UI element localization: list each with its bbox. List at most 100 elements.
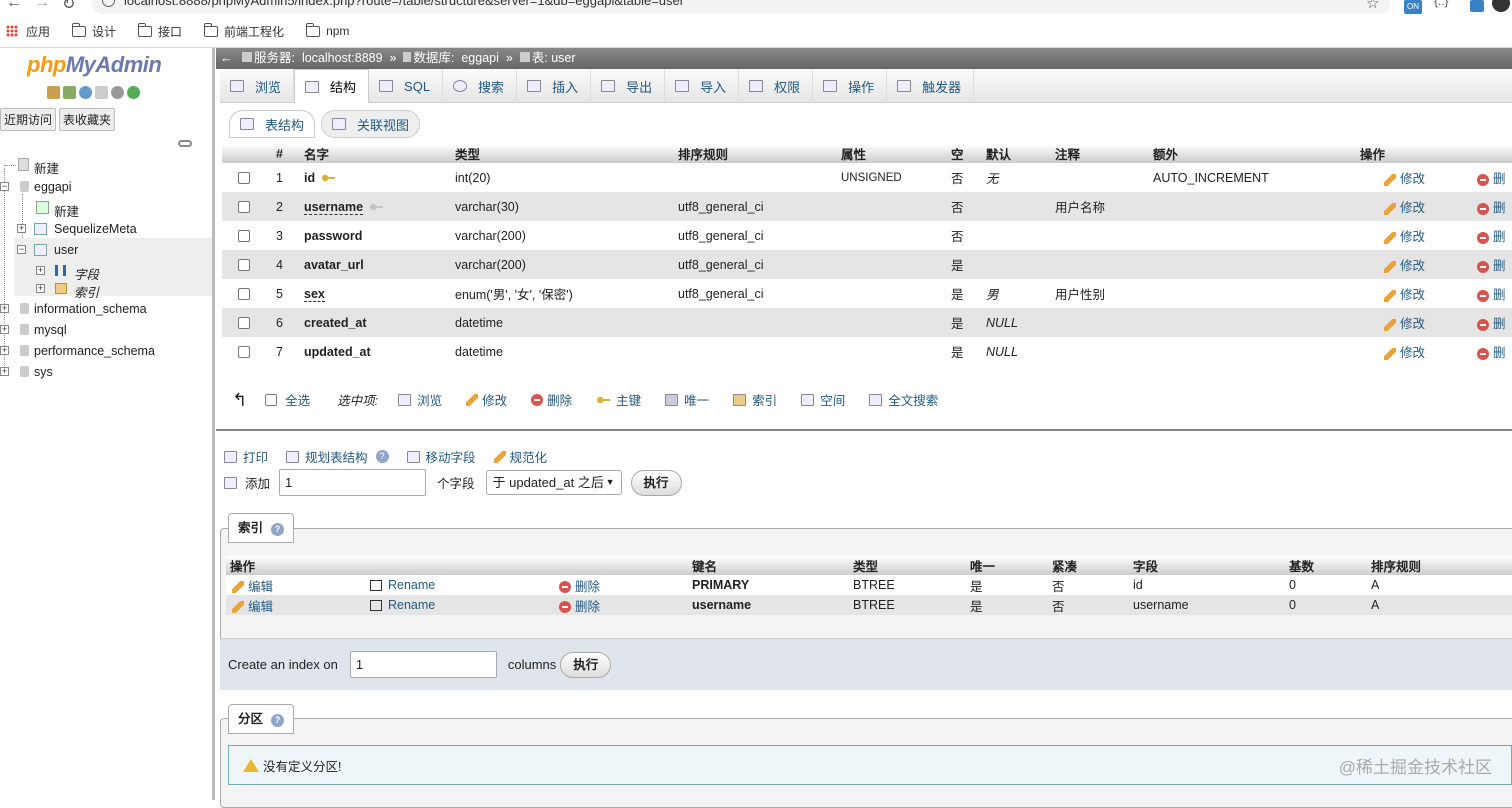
bulk-spatial-button[interactable]: 空间 [801, 390, 845, 409]
create-index-count-input[interactable]: 1 [349, 651, 497, 678]
home-icon[interactable] [47, 86, 60, 99]
column-name[interactable]: password [304, 229, 362, 243]
col-header[interactable]: 注释 [1051, 144, 1149, 163]
index-rename-link[interactable]: Rename [370, 598, 435, 612]
back-arrow-icon[interactable]: ← [220, 48, 233, 69]
row-checkbox[interactable] [238, 230, 250, 243]
tree-table-sequelizemeta[interactable]: SequelizeMeta [54, 222, 137, 236]
back-arrow-icon[interactable]: ← [6, 0, 22, 12]
index-edit-link[interactable]: 编辑 [232, 600, 273, 614]
tab-import[interactable]: 导入 [665, 69, 740, 103]
bookmark-frontend[interactable]: 前端工程化 [203, 22, 284, 40]
create-index-go-button[interactable]: 执行 [560, 651, 612, 678]
column-name[interactable]: avatar_url [304, 258, 364, 272]
tree-db-information-schema[interactable]: information_schema [34, 302, 147, 316]
expand-sys[interactable]: + [0, 367, 9, 376]
collapse-user[interactable]: − [17, 245, 26, 254]
move-columns-button[interactable]: 移动字段 [406, 447, 476, 466]
row-checkbox[interactable] [238, 346, 250, 359]
bulk-delete-button[interactable]: 删除 [531, 390, 572, 409]
bookmark-star-icon[interactable]: ☆ [1366, 0, 1379, 12]
bulk-unique-button[interactable]: 唯一 [665, 390, 709, 409]
reload-icon[interactable] [127, 86, 140, 99]
expand-indexes[interactable]: + [36, 284, 45, 293]
tree-fields[interactable]: 字段 [74, 264, 99, 283]
col-header[interactable]: 名字 [300, 144, 451, 163]
breadcrumb-table[interactable]: user [551, 51, 575, 65]
col-header[interactable]: 额外 [1149, 144, 1356, 163]
delete-link[interactable]: 删 [1477, 201, 1506, 215]
col-header[interactable]: 空 [947, 144, 982, 163]
tab-sql[interactable]: SQL [369, 69, 444, 103]
edit-link[interactable]: 修改 [1384, 259, 1425, 273]
bulk-fulltext-button[interactable]: 全文搜索 [869, 390, 938, 409]
print-button[interactable]: 打印 [224, 447, 268, 466]
help-icon[interactable] [79, 86, 92, 99]
expand-information-schema[interactable]: + [0, 304, 9, 313]
col-header[interactable]: 默认 [982, 144, 1051, 163]
bulk-primary-button[interactable]: 主键 [596, 390, 641, 409]
expand-fields[interactable]: + [36, 266, 45, 275]
tree-indexes[interactable]: 索引 [74, 282, 99, 301]
bulk-index-button[interactable]: 索引 [733, 390, 777, 409]
index-delete-link[interactable]: 删除 [559, 580, 600, 594]
index-rename-link[interactable]: Rename [370, 578, 435, 592]
tree-db-eggapi[interactable]: eggapi [34, 180, 72, 194]
col-header[interactable]: # [272, 144, 300, 163]
delete-link[interactable]: 删 [1477, 317, 1506, 331]
delete-link[interactable]: 删 [1477, 230, 1506, 244]
tab-export[interactable]: 导出 [591, 69, 666, 103]
column-name[interactable]: created_at [304, 316, 367, 330]
tree-new[interactable]: 新建 [34, 158, 59, 177]
tab-insert[interactable]: 插入 [517, 69, 592, 103]
edit-link[interactable]: 修改 [1384, 172, 1425, 186]
row-checkbox[interactable] [238, 288, 250, 301]
favorites-button[interactable]: 表收藏夹 [59, 108, 116, 131]
delete-link[interactable]: 删 [1477, 346, 1506, 360]
row-checkbox[interactable] [238, 259, 250, 272]
check-all-checkbox[interactable] [265, 393, 278, 406]
address-bar[interactable]: localhost:8888/phpMyAdmin5/index.php?rou… [92, 0, 1390, 14]
collapse-eggapi[interactable]: − [0, 182, 9, 191]
row-checkbox[interactable] [238, 201, 250, 214]
normalize-button[interactable]: 规范化 [493, 447, 547, 466]
row-checkbox[interactable] [238, 317, 250, 330]
extension-icon[interactable] [1470, 0, 1484, 12]
tree-db-performance-schema[interactable]: performance_schema [34, 344, 155, 358]
tree-db-sys[interactable]: sys [34, 365, 53, 379]
logout-icon[interactable] [63, 86, 76, 99]
edit-link[interactable]: 修改 [1384, 230, 1425, 244]
column-name[interactable]: username [304, 199, 364, 215]
expand-performance-schema[interactable]: + [0, 346, 9, 355]
delete-link[interactable]: 删 [1477, 288, 1506, 302]
edit-link[interactable]: 修改 [1384, 201, 1425, 215]
tree-table-user[interactable]: user [54, 243, 78, 257]
phpmyadmin-logo[interactable]: phpMyAdmin [27, 52, 162, 78]
check-all-label[interactable]: 全选 [285, 390, 310, 409]
subtab-table-structure[interactable]: 表结构 [229, 110, 316, 138]
bookmark-design[interactable]: 设计 [71, 22, 116, 40]
bulk-edit-button[interactable]: 修改 [466, 390, 507, 409]
subtab-relation-view[interactable]: 关联视图 [321, 110, 421, 138]
tree-db-mysql[interactable]: mysql [34, 323, 67, 337]
edit-link[interactable]: 修改 [1384, 317, 1425, 331]
col-header[interactable]: 排序规则 [674, 144, 837, 163]
tab-privileges[interactable]: 权限 [739, 69, 814, 103]
tree-eggapi-new[interactable]: 新建 [54, 201, 79, 220]
tab-triggers[interactable]: 触发器 [887, 69, 975, 103]
recent-button[interactable]: 近期访问 [0, 108, 57, 131]
delete-link[interactable]: 删 [1477, 172, 1506, 186]
tab-structure[interactable]: 结构 [294, 69, 370, 103]
bookmark-npm[interactable]: npm [305, 22, 349, 38]
add-count-input[interactable]: 1 [279, 469, 427, 496]
gear-icon[interactable] [111, 86, 124, 99]
expand-mysql[interactable]: + [0, 325, 9, 334]
index-edit-link[interactable]: 编辑 [232, 580, 273, 594]
bookmark-api[interactable]: 接口 [137, 22, 182, 40]
index-delete-link[interactable]: 删除 [559, 600, 600, 614]
json-extension-icon[interactable]: {..} [1434, 0, 1449, 8]
help-icon[interactable]: ? [271, 523, 285, 536]
col-header[interactable]: 类型 [451, 144, 674, 163]
add-position-select[interactable]: 于 updated_at 之后 ▼ [485, 470, 622, 495]
breadcrumb-server[interactable]: localhost:8889 [302, 51, 383, 65]
